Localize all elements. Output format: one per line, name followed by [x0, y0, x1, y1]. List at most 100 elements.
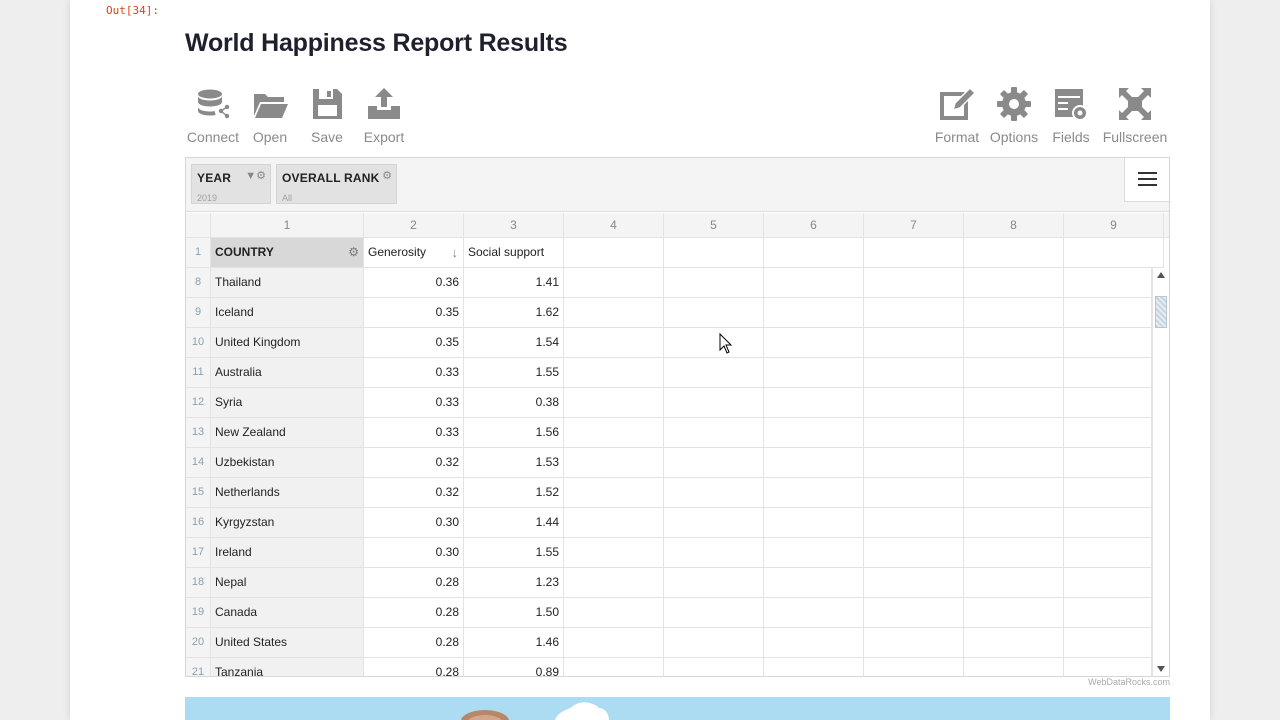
generosity-cell[interactable]: 0.35: [364, 298, 464, 328]
empty-cell[interactable]: [664, 418, 764, 448]
social-support-header[interactable]: Social support: [464, 238, 564, 268]
empty-cell[interactable]: [964, 418, 1064, 448]
empty-cell[interactable]: [864, 538, 964, 568]
empty-cell[interactable]: [764, 328, 864, 358]
empty-cell[interactable]: [1064, 358, 1152, 388]
empty-cell[interactable]: [564, 568, 664, 598]
empty-cell[interactable]: [664, 478, 764, 508]
generosity-cell[interactable]: 0.33: [364, 388, 464, 418]
empty-cell[interactable]: [764, 298, 864, 328]
gear-icon[interactable]: ⚙: [382, 169, 392, 182]
country-cell[interactable]: Kyrgyzstan: [211, 508, 364, 538]
empty-cell[interactable]: [664, 658, 764, 676]
country-cell[interactable]: Canada: [211, 598, 364, 628]
empty-cell[interactable]: [664, 598, 764, 628]
empty-cell[interactable]: [564, 628, 664, 658]
empty-cell[interactable]: [764, 268, 864, 298]
empty-cell[interactable]: [564, 358, 664, 388]
empty-cell[interactable]: [964, 388, 1064, 418]
country-cell[interactable]: United Kingdom: [211, 328, 364, 358]
social-support-cell[interactable]: 1.44: [464, 508, 564, 538]
empty-cell[interactable]: [1064, 508, 1152, 538]
empty-cell[interactable]: [1064, 418, 1152, 448]
empty-cell[interactable]: [1064, 568, 1152, 598]
social-support-cell[interactable]: 1.56: [464, 418, 564, 448]
empty-cell[interactable]: [864, 328, 964, 358]
empty-cell[interactable]: [664, 538, 764, 568]
empty-cell[interactable]: [1064, 298, 1152, 328]
fullscreen-button[interactable]: Fullscreen: [1100, 86, 1170, 150]
scroll-up-arrow-icon[interactable]: [1157, 272, 1165, 278]
empty-cell[interactable]: [1064, 268, 1152, 298]
social-support-cell[interactable]: 1.62: [464, 298, 564, 328]
generosity-cell[interactable]: 0.32: [364, 478, 464, 508]
empty-cell[interactable]: [664, 328, 764, 358]
empty-cell[interactable]: [964, 268, 1064, 298]
country-cell[interactable]: New Zealand: [211, 418, 364, 448]
empty-cell[interactable]: [664, 358, 764, 388]
social-support-cell[interactable]: 1.55: [464, 358, 564, 388]
social-support-cell[interactable]: 1.53: [464, 448, 564, 478]
social-support-cell[interactable]: 1.41: [464, 268, 564, 298]
menu-hamburger-button[interactable]: [1124, 158, 1169, 202]
empty-cell[interactable]: [864, 448, 964, 478]
sort-down-arrow-icon[interactable]: ↓: [452, 238, 459, 267]
empty-cell[interactable]: [864, 388, 964, 418]
column-number[interactable]: 5: [664, 213, 764, 238]
country-cell[interactable]: Tanzania: [211, 658, 364, 676]
empty-cell[interactable]: [864, 418, 964, 448]
filter-chip-overall-rank[interactable]: OVERALL RANK ⚙ All: [276, 164, 397, 204]
country-cell[interactable]: Nepal: [211, 568, 364, 598]
empty-cell[interactable]: [564, 658, 664, 676]
social-support-cell[interactable]: 1.54: [464, 328, 564, 358]
empty-cell[interactable]: [664, 628, 764, 658]
country-cell[interactable]: Syria: [211, 388, 364, 418]
empty-cell[interactable]: [864, 598, 964, 628]
generosity-cell[interactable]: 0.33: [364, 358, 464, 388]
empty-cell[interactable]: [564, 598, 664, 628]
column-number[interactable]: 1: [211, 213, 364, 238]
generosity-cell[interactable]: 0.28: [364, 598, 464, 628]
empty-cell[interactable]: [764, 598, 864, 628]
generosity-cell[interactable]: 0.33: [364, 418, 464, 448]
empty-cell[interactable]: [764, 448, 864, 478]
column-number[interactable]: 7: [864, 213, 964, 238]
empty-cell[interactable]: [864, 478, 964, 508]
country-cell[interactable]: Netherlands: [211, 478, 364, 508]
empty-cell[interactable]: [764, 568, 864, 598]
empty-cell[interactable]: [664, 268, 764, 298]
generosity-cell[interactable]: 0.32: [364, 448, 464, 478]
empty-cell[interactable]: [1064, 538, 1152, 568]
empty-cell[interactable]: [964, 328, 1064, 358]
empty-cell[interactable]: [864, 298, 964, 328]
empty-cell[interactable]: [1064, 448, 1152, 478]
empty-cell[interactable]: [864, 508, 964, 538]
empty-cell[interactable]: [1064, 598, 1152, 628]
empty-cell[interactable]: [964, 628, 1064, 658]
empty-cell[interactable]: [564, 268, 664, 298]
empty-cell[interactable]: [764, 508, 864, 538]
export-button[interactable]: Export: [349, 86, 419, 150]
generosity-cell[interactable]: 0.28: [364, 658, 464, 676]
country-cell[interactable]: Thailand: [211, 268, 364, 298]
empty-cell[interactable]: [664, 508, 764, 538]
empty-cell[interactable]: [764, 388, 864, 418]
empty-cell[interactable]: [1064, 388, 1152, 418]
empty-cell[interactable]: [964, 448, 1064, 478]
empty-cell[interactable]: [764, 658, 864, 676]
scroll-down-arrow-icon[interactable]: [1157, 666, 1165, 672]
social-support-cell[interactable]: 1.46: [464, 628, 564, 658]
social-support-cell[interactable]: 1.52: [464, 478, 564, 508]
country-cell[interactable]: Australia: [211, 358, 364, 388]
country-cell[interactable]: United States: [211, 628, 364, 658]
empty-cell[interactable]: [1064, 628, 1152, 658]
country-header[interactable]: COUNTRY ⚙: [211, 238, 364, 268]
generosity-cell[interactable]: 0.36: [364, 268, 464, 298]
empty-cell[interactable]: [864, 568, 964, 598]
empty-cell[interactable]: [564, 328, 664, 358]
country-cell[interactable]: Ireland: [211, 538, 364, 568]
empty-cell[interactable]: [564, 508, 664, 538]
social-support-cell[interactable]: 0.89: [464, 658, 564, 676]
generosity-cell[interactable]: 0.30: [364, 538, 464, 568]
filter-funnel-gear-icon[interactable]: ▼⚙: [245, 169, 266, 182]
